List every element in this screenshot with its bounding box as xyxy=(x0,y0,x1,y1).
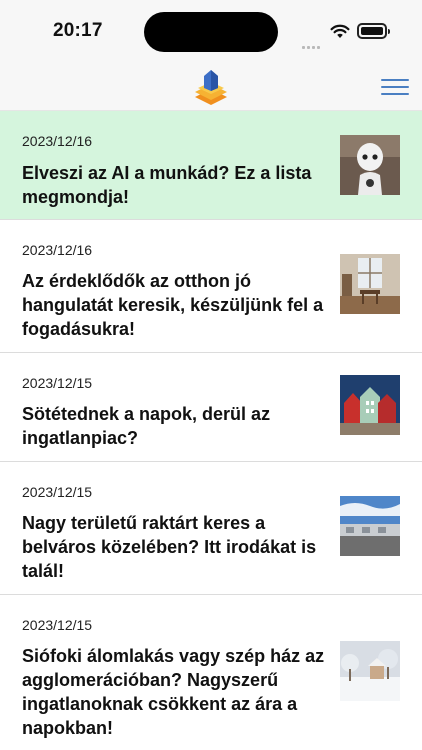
snowy-garden-image xyxy=(340,641,400,701)
article-title: Siófoki álomlakás vagy szép ház az agglo… xyxy=(22,646,325,738)
battery-icon xyxy=(357,23,390,39)
article-item[interactable]: 2023/12/15 Nagy területű raktárt keres a… xyxy=(0,462,422,595)
article-date: 2023/12/16 xyxy=(22,242,93,258)
article-title: Sötétednek a napok, derül az ingatlanpia… xyxy=(22,404,271,448)
article-date: 2023/12/16 xyxy=(22,133,93,149)
dynamic-island xyxy=(144,12,278,52)
colorful-houses-image xyxy=(340,375,400,435)
app-header xyxy=(0,62,422,111)
article-title: Elveszi az AI a munkád? Ez a lista megmo… xyxy=(22,163,312,207)
robot-image xyxy=(340,135,400,195)
article-item[interactable]: 2023/12/15 Sötétednek a napok, derül az … xyxy=(0,353,422,462)
status-bar: 20:17 xyxy=(0,0,422,62)
article-list: 2023/12/16 Elveszi az AI a munkád? Ez a … xyxy=(0,111,422,750)
article-date: 2023/12/15 xyxy=(22,375,93,391)
interior-room-image xyxy=(340,254,400,314)
house-stack-logo[interactable] xyxy=(193,68,229,106)
hamburger-menu-icon[interactable] xyxy=(381,79,409,99)
article-item[interactable]: 2023/12/16 Az érdeklődők az otthon jó ha… xyxy=(0,220,422,353)
wifi-icon xyxy=(330,24,350,44)
article-title: Az érdeklődők az otthon jó hangulatát ke… xyxy=(22,271,324,339)
status-time: 20:17 xyxy=(53,20,103,41)
article-date: 2023/12/15 xyxy=(22,617,93,633)
warehouse-image xyxy=(340,496,400,556)
article-item[interactable]: 2023/12/16 Elveszi az AI a munkád? Ez a … xyxy=(0,111,422,220)
article-item[interactable]: 2023/12/15 Siófoki álomlakás vagy szép h… xyxy=(0,595,422,750)
article-title: Nagy területű raktárt keres a belváros k… xyxy=(22,513,317,581)
cellular-signal-icon xyxy=(302,31,322,49)
article-date: 2023/12/15 xyxy=(22,484,93,500)
